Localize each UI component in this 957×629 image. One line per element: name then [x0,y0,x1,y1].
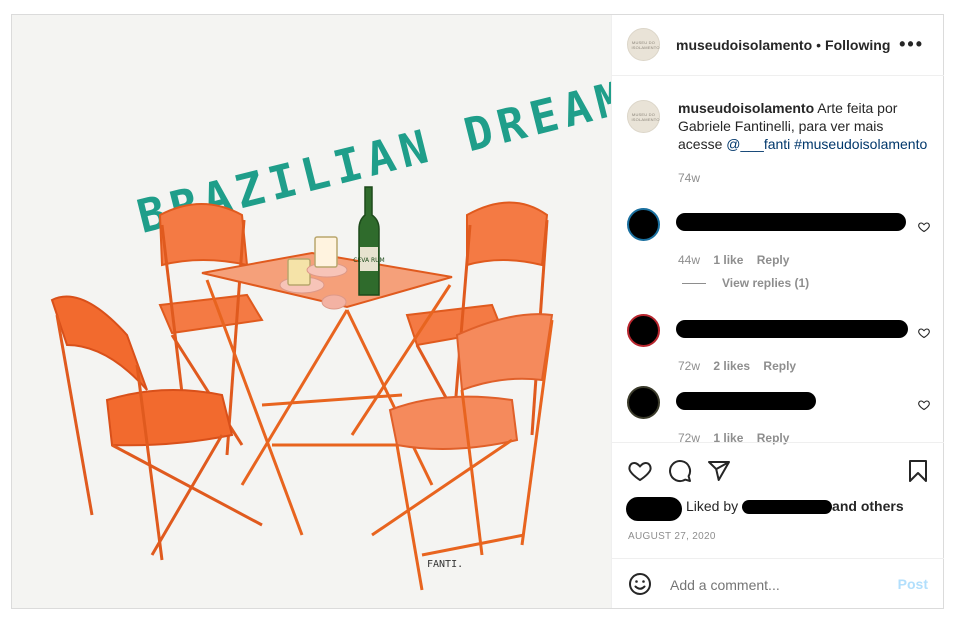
commenter-avatar[interactable] [627,386,660,419]
heart-icon[interactable] [918,327,930,339]
header-title: museudoisolamento • Following [676,37,890,55]
comments-section[interactable]: MUSEU DO ISOLAMENTO museudoisolamento Ar… [612,76,944,445]
reply-button[interactable]: Reply [763,359,796,373]
emoji-icon[interactable] [628,572,652,596]
redacted-comment [676,213,906,231]
comment-meta: 44w 1 like Reply [678,253,789,267]
caption-avatar[interactable]: MUSEU DO ISOLAMENTO [627,100,660,133]
bookmark-icon[interactable] [908,459,928,483]
comment-time[interactable]: 72w [678,359,700,373]
add-comment-bar: Post [612,558,944,608]
caption-username[interactable]: museudoisolamento [678,100,814,116]
author-username[interactable]: museudoisolamento [676,37,812,53]
artwork-illustration: BRAZILIAN DREAM CEVA RUM FANTI. [12,15,611,608]
more-options-icon[interactable]: ••• [899,35,924,53]
comment-time[interactable]: 44w [678,253,700,267]
comment-input[interactable] [668,572,882,598]
mention-link[interactable]: @___fanti [726,136,790,152]
hashtag-link[interactable]: #museudoisolamento [790,136,927,152]
redacted-liker [742,500,833,515]
heart-icon[interactable] [918,399,930,411]
bottle-label: CEVA RUM [353,257,384,264]
action-bar: Liked by and others AUGUST 27, 2020 [612,442,944,566]
replies-line [682,283,706,285]
caption-avatar-text: MUSEU DO ISOLAMENTO [631,111,660,122]
list-item: 44w 1 like Reply [612,206,944,268]
list-item: 72w 2 likes Reply [612,312,944,374]
separator-dot: • [816,37,822,53]
caption-text: museudoisolamento Arte feita por Gabriel… [678,100,928,152]
like-heart-icon[interactable] [628,459,652,483]
artist-signature: FANTI. [427,559,463,570]
liked-by[interactable]: Liked by and others [686,498,904,515]
post-image[interactable]: BRAZILIAN DREAM CEVA RUM FANTI. [12,15,611,608]
post-sidebar: MUSEU DO ISOLAMENTO museudoisolamento • Fo… [611,15,944,608]
commenter-avatar[interactable] [627,208,660,241]
liker-avatars[interactable] [626,497,682,521]
post-header: MUSEU DO ISOLAMENTO museudoisolamento • Fo… [612,15,944,76]
caption-time[interactable]: 74w [678,171,700,185]
following-button[interactable]: Following [825,37,890,53]
comment-meta: 72w 2 likes Reply [678,359,796,373]
avatar-text: MUSEU DO ISOLAMENTO [631,39,660,50]
heart-icon[interactable] [918,221,930,233]
reply-button[interactable]: Reply [757,253,790,267]
redacted-comment [676,392,816,410]
share-icon[interactable] [707,459,731,483]
view-replies[interactable]: View replies (1) [682,276,809,290]
comment-likes[interactable]: 2 likes [713,359,750,373]
author-avatar[interactable]: MUSEU DO ISOLAMENTO [627,28,660,61]
list-item: 72w 1 like Reply [612,384,944,446]
post-date[interactable]: AUGUST 27, 2020 [628,531,716,542]
comment-icon[interactable] [668,459,692,483]
commenter-avatar[interactable] [627,314,660,347]
comment-likes[interactable]: 1 like [713,253,743,267]
post-dialog: BRAZILIAN DREAM CEVA RUM FANTI. MUSEU DO… [11,14,944,609]
post-button[interactable]: Post [898,576,928,592]
redacted-comment [676,320,908,338]
